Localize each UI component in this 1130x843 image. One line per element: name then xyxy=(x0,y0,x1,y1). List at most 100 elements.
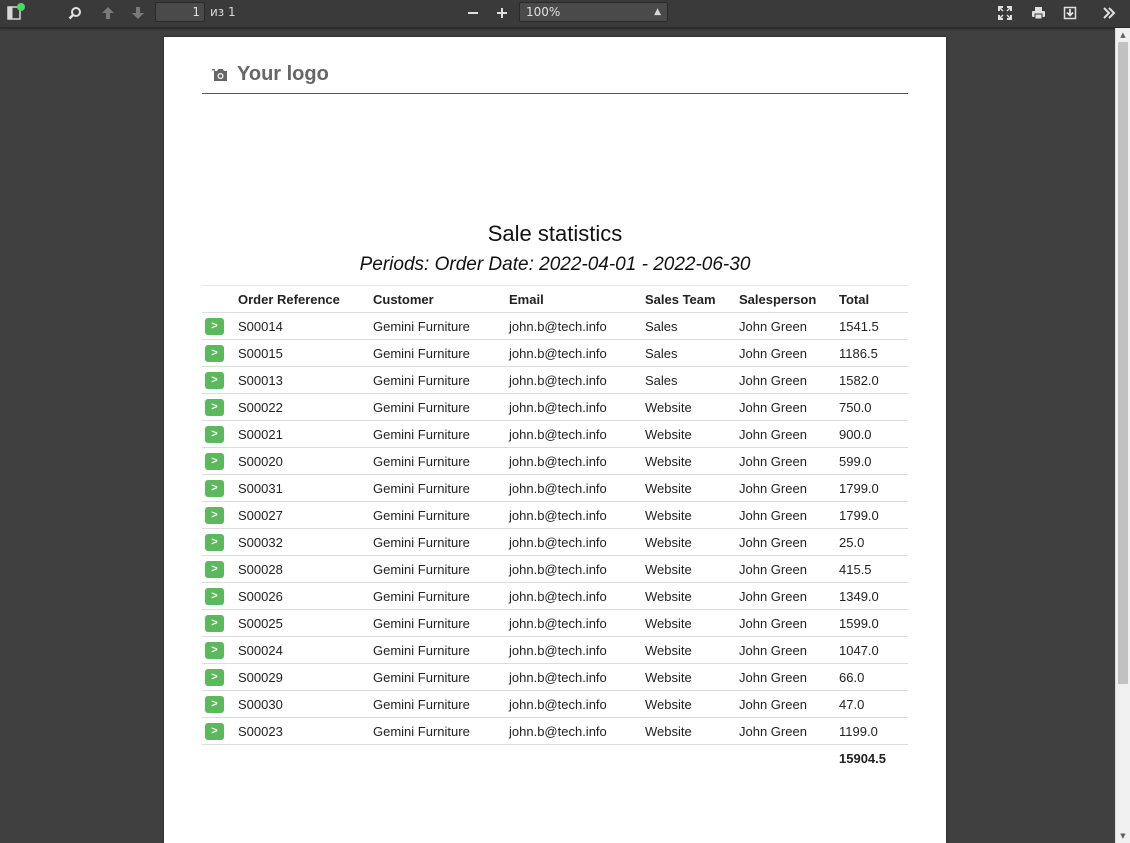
salesperson-cell: John Green xyxy=(739,690,839,718)
more-tools-button[interactable] xyxy=(1097,2,1121,24)
print-icon xyxy=(1031,6,1046,20)
scroll-down-arrow-icon[interactable]: ▼ xyxy=(1116,829,1130,843)
camera-icon xyxy=(212,68,229,82)
sales-team-cell: Website xyxy=(645,555,739,583)
report-period: Periods: Order Date: 2022-04-01 - 2022-0… xyxy=(359,254,751,275)
fullscreen-button[interactable] xyxy=(993,2,1017,24)
zoom-value: 100% xyxy=(526,5,561,19)
sales-team-cell: Website xyxy=(645,420,739,448)
minus-icon xyxy=(467,7,479,19)
sales-team-cell: Sales xyxy=(645,339,739,367)
salesperson-cell: John Green xyxy=(739,474,839,502)
sales-team-cell: Website xyxy=(645,447,739,475)
zoom-in-button[interactable] xyxy=(490,2,514,24)
open-order-button[interactable]: > xyxy=(205,453,224,470)
open-order-button[interactable]: > xyxy=(205,399,224,416)
open-order-button[interactable]: > xyxy=(205,615,224,632)
order-reference-cell: S00022 xyxy=(238,393,373,421)
sales-team-cell: Sales xyxy=(645,312,739,340)
email-cell: john.b@tech.info xyxy=(509,366,645,394)
search-button[interactable] xyxy=(63,2,87,24)
salesperson-cell: John Green xyxy=(739,312,839,340)
email-cell: john.b@tech.info xyxy=(509,555,645,583)
open-order-button[interactable]: > xyxy=(205,588,224,605)
total-cell: 1799.0 xyxy=(839,501,908,529)
open-order-button[interactable]: > xyxy=(205,345,224,362)
total-cell: 1582.0 xyxy=(839,366,908,394)
open-order-button[interactable]: > xyxy=(205,723,224,740)
total-cell: 1799.0 xyxy=(839,474,908,502)
notification-dot xyxy=(17,3,25,11)
column-header: Total xyxy=(839,285,908,313)
download-icon xyxy=(1063,6,1077,20)
column-header: Customer xyxy=(373,285,509,313)
order-reference-cell: S00031 xyxy=(238,474,373,502)
logo-text: Your logo xyxy=(237,63,329,85)
table-row: > S00032 Gemini Furniture john.b@tech.info W… xyxy=(202,528,908,556)
print-button[interactable] xyxy=(1026,2,1050,24)
viewer-toolbar: 1 из 1 100% ▲ xyxy=(0,0,1130,28)
table-row: > S00013 Gemini Furniture john.b@tech.info S… xyxy=(202,366,908,394)
email-cell: john.b@tech.info xyxy=(509,582,645,610)
open-order-button[interactable]: > xyxy=(205,426,224,443)
total-cell: 599.0 xyxy=(839,447,908,475)
open-order-button[interactable]: > xyxy=(205,534,224,551)
open-order-button[interactable]: > xyxy=(205,480,224,497)
customer-cell: Gemini Furniture xyxy=(373,312,509,340)
salesperson-cell: John Green xyxy=(739,366,839,394)
customer-cell: Gemini Furniture xyxy=(373,609,509,637)
table-row: > S00015 Gemini Furniture john.b@tech.info S… xyxy=(202,339,908,367)
salesperson-cell: John Green xyxy=(739,555,839,583)
zoom-select[interactable]: 100% ▲ xyxy=(519,2,668,22)
salesperson-cell: John Green xyxy=(739,393,839,421)
order-reference-cell: S00029 xyxy=(238,663,373,691)
chevron-updown-icon: ▲ xyxy=(654,7,661,17)
table-row: > S00024 Gemini Furniture john.b@tech.info W… xyxy=(202,636,908,664)
total-cell: 1599.0 xyxy=(839,609,908,637)
open-order-button[interactable]: > xyxy=(205,372,224,389)
email-cell: john.b@tech.info xyxy=(509,447,645,475)
customer-cell: Gemini Furniture xyxy=(373,663,509,691)
salesperson-cell: John Green xyxy=(739,528,839,556)
open-order-button[interactable]: > xyxy=(205,318,224,335)
scrollbar-thumb[interactable] xyxy=(1118,42,1128,684)
column-header: Email xyxy=(509,285,645,313)
salesperson-cell: John Green xyxy=(739,447,839,475)
customer-cell: Gemini Furniture xyxy=(373,555,509,583)
open-order-button[interactable]: > xyxy=(205,642,224,659)
order-reference-cell: S00032 xyxy=(238,528,373,556)
open-order-button[interactable]: > xyxy=(205,696,224,713)
open-order-button[interactable]: > xyxy=(205,669,224,686)
grand-total-value: 15904.5 xyxy=(839,750,886,766)
email-cell: john.b@tech.info xyxy=(509,420,645,448)
total-cell: 66.0 xyxy=(839,663,908,691)
double-chevron-right-icon xyxy=(1102,6,1116,20)
previous-page-button[interactable] xyxy=(96,2,120,24)
salesperson-cell: John Green xyxy=(739,663,839,691)
column-header: Salesperson xyxy=(739,285,839,313)
download-button[interactable] xyxy=(1058,2,1082,24)
vertical-scrollbar[interactable]: ▲ ▼ xyxy=(1115,28,1130,843)
open-order-button[interactable]: > xyxy=(205,507,224,524)
scroll-up-arrow-icon[interactable]: ▲ xyxy=(1116,28,1130,42)
grand-total-row: 15904.5 xyxy=(202,745,908,772)
customer-cell: Gemini Furniture xyxy=(373,528,509,556)
table-row: > S00014 Gemini Furniture john.b@tech.info S… xyxy=(202,312,908,340)
order-reference-cell: S00027 xyxy=(238,501,373,529)
customer-cell: Gemini Furniture xyxy=(373,474,509,502)
customer-cell: Gemini Furniture xyxy=(373,420,509,448)
customer-cell: Gemini Furniture xyxy=(373,366,509,394)
sales-team-cell: Sales xyxy=(645,366,739,394)
email-cell: john.b@tech.info xyxy=(509,339,645,367)
document-page: Your logo Sale statistics Periods: Order… xyxy=(164,37,946,843)
sales-team-cell: Website xyxy=(645,501,739,529)
next-page-button[interactable] xyxy=(126,2,150,24)
open-order-button[interactable]: > xyxy=(205,561,224,578)
customer-cell: Gemini Furniture xyxy=(373,339,509,367)
email-cell: john.b@tech.info xyxy=(509,663,645,691)
zoom-out-button[interactable] xyxy=(461,2,485,24)
fullscreen-icon xyxy=(998,6,1012,20)
customer-cell: Gemini Furniture xyxy=(373,636,509,664)
page-number-input[interactable]: 1 xyxy=(155,2,205,22)
sales-team-cell: Website xyxy=(645,582,739,610)
